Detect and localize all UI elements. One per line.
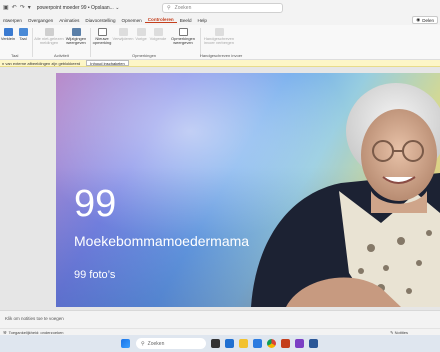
save-icon[interactable]: ▣	[3, 4, 9, 11]
portrait-photo	[251, 83, 440, 307]
security-warning-bar: n van externe afbeeldingen zijn geblokke…	[0, 60, 440, 67]
comments-icon	[178, 28, 188, 36]
unread-notifications-label: Alle niet-gelezen meldingen	[34, 36, 64, 46]
accessibility-status[interactable]: Toegankelijkheid: onderzoeken	[9, 330, 64, 335]
accessibility-icon: ⚒	[3, 329, 7, 335]
show-comments-button[interactable]: Opmerkingen weergeven	[168, 28, 198, 46]
file-explorer-icon[interactable]	[239, 339, 248, 348]
task-view-icon[interactable]	[211, 339, 220, 348]
tab-overgangen[interactable]: Overgangen	[25, 18, 56, 23]
delete-button[interactable]: Verwijderen	[113, 28, 133, 41]
translate-button[interactable]: Verklein	[0, 28, 16, 41]
group-label-handgeschreven: Handgeschreven invoer	[200, 53, 243, 58]
new-comment-button[interactable]: Nieuwe opmerking	[91, 28, 113, 46]
windows-taskbar: ⚲ Zoeken	[0, 335, 440, 352]
title-bar: ▣ ↶ ↷ ▾ powerpoint moeder 99 • Opslaan..…	[0, 0, 440, 15]
group-label-taal: Taal	[11, 53, 19, 58]
powerpoint-icon[interactable]	[281, 339, 290, 348]
ribbon-tabs: ntwerpen Overgangen Animaties Diavoorste…	[0, 15, 440, 25]
app-icon[interactable]	[295, 339, 304, 348]
tab-animaties[interactable]: Animaties	[56, 18, 82, 23]
ink-icon	[214, 28, 224, 36]
language-icon	[18, 28, 28, 36]
share-label: Delen	[422, 17, 434, 23]
tab-diavoorstelling[interactable]: Diavoorstelling	[82, 18, 118, 23]
search-placeholder: Zoeken	[174, 5, 192, 11]
search-icon: ⚲	[167, 5, 171, 11]
enable-content-button[interactable]: Inhoud inschakelen	[86, 60, 129, 66]
share-icon: ◉	[416, 17, 421, 22]
language-button[interactable]: Taal	[16, 28, 30, 41]
translate-label: Verklein	[0, 36, 16, 41]
start-icon[interactable]	[121, 339, 130, 348]
word-icon[interactable]	[309, 339, 318, 348]
redo-icon[interactable]: ↷	[20, 4, 25, 11]
undo-icon[interactable]: ↶	[12, 4, 17, 11]
taskbar-search[interactable]: ⚲ Zoeken	[136, 338, 206, 349]
previous-label: Vorige	[135, 36, 147, 41]
mail-icon[interactable]	[253, 339, 262, 348]
language-label: Taal	[19, 36, 27, 41]
tab-help[interactable]: Help	[195, 18, 210, 23]
chrome-icon[interactable]	[267, 339, 276, 348]
delete-label: Verwijderen	[112, 36, 134, 41]
unread-notifications-button[interactable]: Alle niet-gelezen meldingen	[34, 28, 64, 46]
share-button[interactable]: ◉ Delen	[412, 16, 438, 24]
delete-icon	[118, 28, 128, 36]
new-comment-label: Nieuwe opmerking	[92, 36, 112, 46]
notes-pane[interactable]: Klik om notities toe te voegen	[0, 310, 440, 328]
document-title[interactable]: powerpoint moeder 99 • Opslaan... ⌄	[37, 5, 120, 11]
translate-icon	[3, 28, 13, 36]
search-box[interactable]: ⚲ Zoeken	[162, 3, 283, 13]
hide-ink-label: Handgeschreven invoer verbergen	[203, 36, 235, 46]
changes-icon	[71, 28, 81, 36]
slide-canvas: 99 Moekebommamoedermama 99 foto’s	[0, 67, 440, 310]
slide-number-text[interactable]: 99	[74, 183, 116, 226]
show-changes-button[interactable]: Wijzigingen weergeven	[64, 28, 88, 46]
next-button[interactable]: Volgende	[149, 28, 167, 41]
slide[interactable]: 99 Moekebommamoedermama 99 foto’s	[56, 73, 440, 307]
tab-opnemen[interactable]: Opnemen	[119, 18, 145, 23]
quick-access-toolbar: ▣ ↶ ↷ ▾	[3, 4, 31, 11]
tab-controleren[interactable]: Controleren	[144, 17, 177, 23]
previous-button[interactable]: Vorige	[134, 28, 148, 41]
notes-placeholder: Klik om notities toe te voegen	[5, 316, 64, 321]
next-label: Volgende	[149, 36, 167, 41]
group-label-activiteit: Activiteit	[54, 53, 69, 58]
status-bar: ⚒ Toegankelijkheid: onderzoeken ✎ Notiti…	[0, 328, 440, 335]
warning-message: n van externe afbeeldingen zijn geblokke…	[2, 60, 81, 66]
next-icon	[153, 28, 163, 36]
group-label-opmerkingen: Opmerkingen	[132, 53, 157, 58]
comment-icon	[97, 28, 107, 36]
tab-ontwerpen[interactable]: ntwerpen	[0, 18, 25, 23]
widgets-icon[interactable]	[225, 339, 234, 348]
show-changes-label: Wijzigingen weergeven	[65, 36, 87, 46]
divider	[32, 28, 33, 57]
notification-icon	[44, 28, 54, 36]
hide-ink-button[interactable]: Handgeschreven invoer verbergen	[202, 28, 236, 46]
show-comments-label: Opmerkingen weergeven	[170, 36, 195, 46]
search-icon: ⚲	[141, 340, 145, 347]
customize-icon[interactable]: ▾	[28, 4, 31, 11]
taskbar-search-placeholder: Zoeken	[147, 340, 165, 347]
tab-beeld[interactable]: Beeld	[177, 18, 195, 23]
slide-subtitle[interactable]: 99 foto’s	[74, 269, 115, 281]
previous-icon	[136, 28, 146, 36]
slide-title[interactable]: Moekebommamoedermama	[74, 233, 249, 249]
ribbon: Verklein Taal Taal Alle niet-gelezen mel…	[0, 25, 440, 60]
